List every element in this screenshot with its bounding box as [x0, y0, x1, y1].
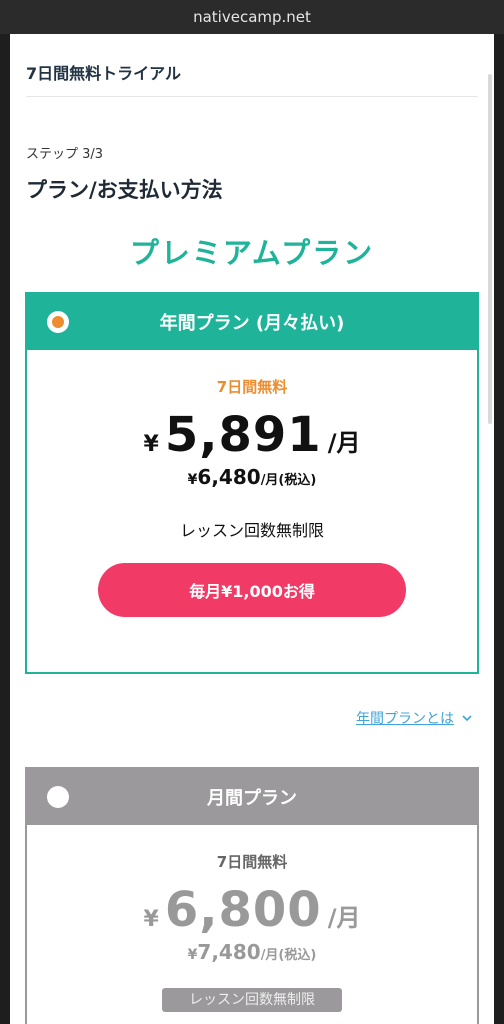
- lessons-label: レッスン回数無制限: [179, 521, 324, 540]
- plan-name: 年間プラン (月々払い): [159, 313, 345, 334]
- price-row: ¥ 5,891 /月: [27, 407, 477, 463]
- address-bar[interactable]: nativecamp.net: [0, 0, 504, 34]
- chevron-down-icon: [462, 711, 472, 725]
- radio-selected-dot: [52, 316, 64, 328]
- price-row: ¥ 6,800 /月: [27, 882, 477, 938]
- tax-price-value: 6,480: [197, 465, 261, 489]
- tax-currency-symbol: ¥: [187, 472, 198, 488]
- page-content: 7日間無料トライアル ステップ 3/3 プラン/お支払い方法 プレミアムプラン …: [10, 34, 494, 1024]
- price-unit: /月: [327, 904, 361, 932]
- plan-header-annual[interactable]: 年間プラン (月々払い): [27, 294, 477, 350]
- url-text: nativecamp.net: [193, 8, 311, 26]
- radio-monthly[interactable]: [47, 786, 69, 808]
- plan-name: 月間プラン: [207, 788, 297, 809]
- plan-header-monthly[interactable]: 月間プラン: [27, 769, 477, 825]
- price-unit: /月: [327, 429, 361, 457]
- about-link-text: 年間プランとは: [356, 711, 454, 727]
- header-divider: [26, 96, 478, 97]
- tax-price-row: ¥ 6,480 /月(税込): [27, 465, 477, 489]
- tax-price-unit: /月(税込): [260, 948, 317, 963]
- page-header-title: 7日間無料トライアル: [26, 64, 181, 83]
- free-trial-label: 7日間無料: [216, 378, 288, 396]
- currency-symbol: ¥: [143, 432, 159, 457]
- lessons-label: レッスン回数無制限: [162, 988, 342, 1012]
- free-trial-label: 7日間無料: [216, 853, 288, 871]
- price-value: 6,800: [164, 882, 322, 938]
- currency-symbol: ¥: [143, 907, 159, 932]
- tax-price-value: 7,480: [197, 940, 261, 964]
- monthly-savings-button[interactable]: 毎月¥1,000お得: [98, 563, 406, 617]
- plan-card-monthly[interactable]: 月間プラン 7日間無料 ¥ 6,800 /月 ¥ 7,480 /月(税込) レッ…: [25, 767, 479, 1024]
- plan-card-annual[interactable]: 年間プラン (月々払い) 7日間無料 ¥ 5,891 /月 ¥ 6,480 /月…: [25, 292, 479, 674]
- section-title: プラン/お支払い方法: [26, 178, 223, 202]
- about-annual-plan-link[interactable]: 年間プランとは: [356, 708, 472, 728]
- step-indicator: ステップ 3/3: [26, 147, 104, 162]
- radio-annual[interactable]: [47, 311, 69, 333]
- tax-price-unit: /月(税込): [260, 473, 317, 488]
- price-value: 5,891: [164, 407, 322, 463]
- tax-price-row: ¥ 7,480 /月(税込): [27, 940, 477, 964]
- tax-currency-symbol: ¥: [187, 947, 198, 963]
- premium-plan-title: プレミアムプラン: [129, 236, 375, 270]
